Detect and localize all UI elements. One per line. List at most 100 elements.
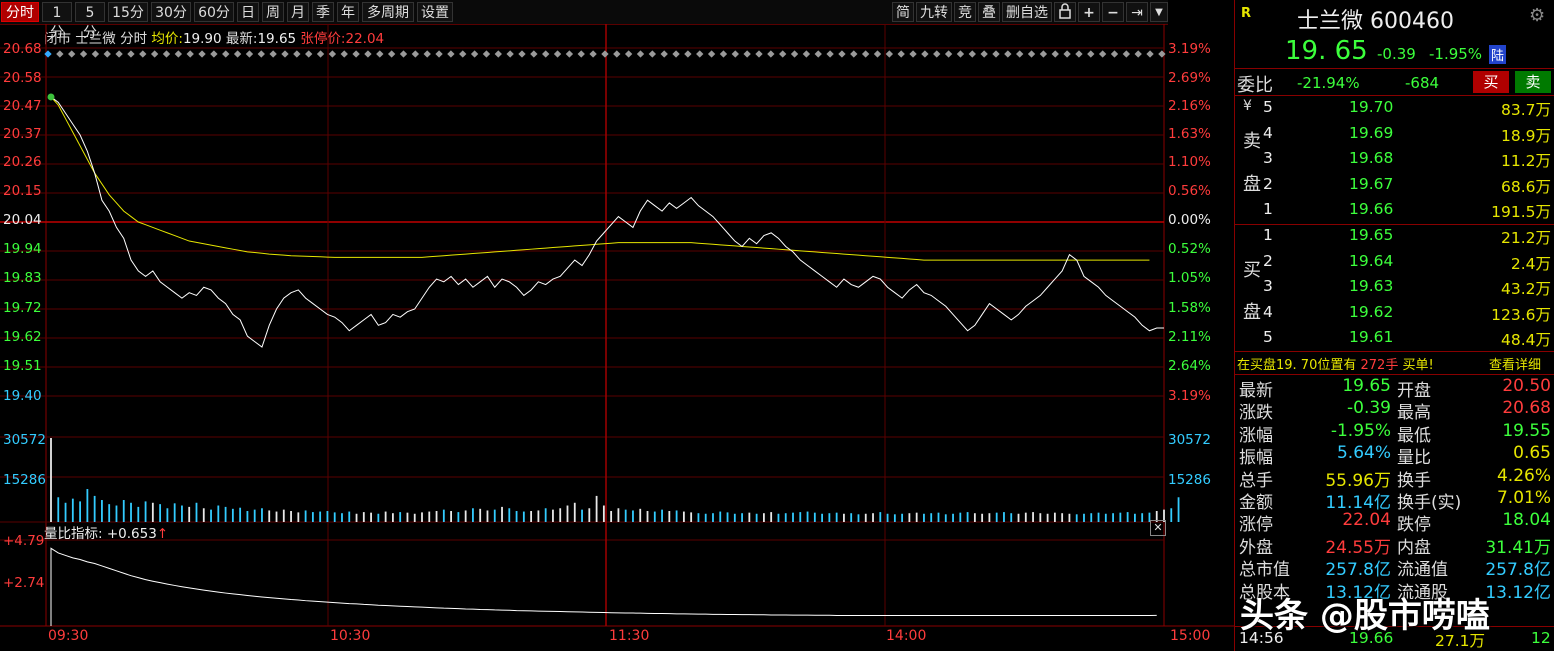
stat-value: 18.04 (1502, 510, 1551, 531)
volume-bar (639, 508, 642, 522)
volume-bar (522, 511, 525, 522)
vol-ratio-axis-mid: +2.74 (3, 575, 45, 591)
event-marker (1051, 50, 1059, 58)
buy-button[interactable]: 买 (1473, 71, 1509, 93)
event-marker (1087, 50, 1095, 58)
intraday-chart[interactable] (0, 0, 1234, 651)
volume-bar (282, 509, 285, 522)
volume-bar (50, 438, 52, 522)
price-axis-left-8: 19.83 (3, 270, 42, 286)
volume-bar (602, 505, 605, 522)
event-marker (411, 50, 420, 58)
vol-ratio-value: +0.653 (106, 526, 157, 542)
event-marker (364, 50, 372, 58)
ask-level: 3 (1263, 149, 1273, 167)
volume-bar (442, 509, 445, 522)
volume-bar (130, 502, 132, 522)
ask-row[interactable]: 2 19.67 68.6万 (1235, 173, 1554, 198)
event-marker (589, 50, 597, 58)
event-marker (162, 50, 171, 58)
price-axis-right-6: 0.00% (1168, 212, 1211, 228)
bid-level: 2 (1263, 251, 1273, 270)
ask-row[interactable]: 4 19.69 18.9万 (1235, 122, 1554, 147)
event-marker (506, 50, 514, 58)
event-marker (861, 50, 870, 58)
volume-bar (923, 513, 925, 522)
volume-bar (399, 512, 402, 522)
bid-level: 1 (1263, 226, 1273, 244)
volume-bar (617, 508, 620, 522)
volume-bar (1112, 513, 1114, 522)
stat-value: 55.96万 (1325, 470, 1391, 491)
bid-row[interactable]: 3 19.63 43.2万 (1235, 275, 1554, 300)
volume-bar (1061, 513, 1064, 522)
view-detail-link[interactable]: 查看详细 (1489, 354, 1541, 373)
volume-bar (1097, 512, 1100, 522)
event-marker (743, 50, 751, 58)
event-marker (672, 50, 680, 58)
volume-bar (661, 509, 663, 522)
bid-row[interactable]: 5 19.61 48.4万 (1235, 326, 1554, 351)
ask-row[interactable]: 5 19.70 83.7万 (1235, 96, 1554, 121)
bid-volume: 2.4万 (1510, 254, 1551, 273)
stat-label: 跌停 (1397, 515, 1431, 536)
volume-bar (304, 510, 307, 522)
vol-ratio-arrow: ↑ (156, 526, 169, 542)
bid-row[interactable]: 4 19.62 123.6万 (1235, 301, 1554, 326)
bid-row[interactable]: 1 19.65 21.2万 (1235, 224, 1554, 249)
stat-label: 流通值 (1397, 560, 1448, 581)
volume-bar (515, 511, 518, 522)
volume-bar (806, 511, 809, 522)
ask-row[interactable]: 3 19.68 11.2万 (1235, 147, 1554, 172)
event-marker (755, 50, 763, 58)
event-marker (980, 50, 988, 58)
event-marker (352, 50, 360, 58)
bid-price: 19.65 (1349, 226, 1394, 244)
stat-row: 涨停 22.04 跌停 18.04 (1235, 510, 1554, 535)
vol-axis-left-mid: 15286 (3, 472, 46, 488)
volume-bar (493, 509, 496, 522)
bid-row[interactable]: 2 19.64 2.4万 (1235, 250, 1554, 275)
volume-bar (755, 513, 758, 522)
stat-value: 11.14亿 (1325, 493, 1391, 513)
event-marker (956, 50, 965, 58)
event-marker (636, 50, 645, 58)
close-icon[interactable]: ✕ (1150, 520, 1166, 536)
event-marker (222, 50, 230, 58)
volume-bar (799, 512, 802, 522)
volume-bar (741, 513, 743, 522)
volume-bar (210, 509, 212, 522)
price-axis-left-11: 19.51 (3, 358, 42, 374)
event-marker (1122, 50, 1131, 58)
volume-bar (1170, 508, 1173, 522)
volume-bar (872, 513, 874, 522)
price-axis-left-12: 19.40 (3, 388, 42, 404)
price-axis-right-9: 1.58% (1168, 300, 1211, 316)
volume-bar (108, 504, 111, 522)
volume-bar (268, 510, 271, 522)
volume-bar (835, 512, 838, 522)
event-marker (56, 50, 64, 58)
notice-prefix: 在买盘19. 70位置有 (1237, 358, 1357, 373)
last-trade-count: 12 (1531, 629, 1551, 647)
ask-level: 1 (1263, 200, 1273, 218)
volume-bar (559, 508, 562, 522)
event-marker (1039, 50, 1048, 58)
event-marker (1027, 50, 1036, 58)
ask-row[interactable]: 1 19.66 191.5万 (1235, 198, 1554, 223)
event-marker (577, 50, 585, 58)
stat-label: 金额 (1239, 493, 1273, 513)
sell-button[interactable]: 卖 (1515, 71, 1551, 93)
vol-ratio-line (50, 547, 1157, 626)
event-marker (873, 50, 882, 58)
event-marker (245, 50, 254, 58)
event-marker (838, 50, 846, 58)
gear-icon[interactable]: ⚙ (1529, 5, 1545, 26)
stat-row: 涨跌 -0.39 最高 20.68 (1235, 398, 1554, 423)
time-label-1030: 10:30 (330, 628, 371, 644)
event-marker (767, 50, 775, 58)
volume-bar (973, 513, 976, 522)
stat-label: 最高 (1397, 403, 1431, 424)
ask-level: 4 (1263, 123, 1273, 142)
volume-bar (137, 506, 140, 522)
